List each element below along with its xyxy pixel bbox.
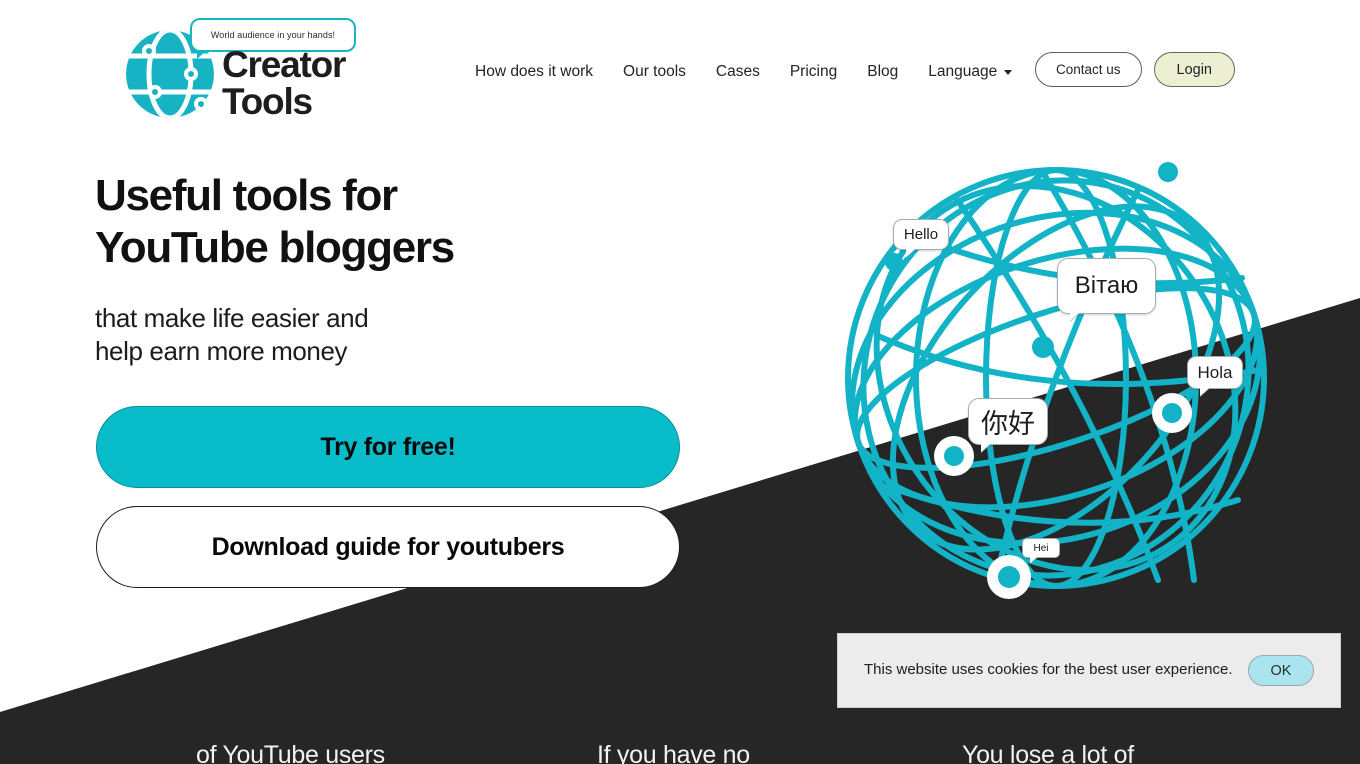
page-title: Useful tools for YouTube bloggers [95,170,455,274]
nav-item-blog[interactable]: Blog [852,57,913,87]
logo-word-line2: Tools [222,81,313,122]
try-for-free-button[interactable]: Try for free! [96,406,680,488]
chevron-down-icon [1004,69,1013,75]
cookie-banner: This website uses cookies for the best u… [837,633,1341,708]
nav-item-language-label: Language [928,63,998,80]
download-guide-button[interactable]: Download guide for youtubers [96,506,680,588]
speech-bubble-nihao: 你好 [968,398,1048,445]
login-button[interactable]: Login [1153,52,1235,87]
hero-subtitle-line1: that make life easier and [95,302,369,333]
speech-bubble-hei: Hei [1022,538,1060,558]
cookie-accept-button[interactable]: OK [1248,655,1314,686]
cookie-message: This website uses cookies for the best u… [864,661,1233,679]
hero-subtitle: that make life easier and help earn more… [95,302,454,369]
logo-word-line1: Creator [222,44,346,85]
speech-bubble-hello: Hello [893,219,949,250]
nav-item-how-does-it-work[interactable]: How does it work [460,57,608,87]
logo[interactable]: World audience in your hands! Creator To… [122,18,372,123]
benefit-column-3: You lose a lot of [962,741,1134,764]
logo-tagline: World audience in your hands! [210,30,336,40]
header-actions: Contact us Login [1034,52,1235,87]
contact-us-button[interactable]: Contact us [1034,52,1142,87]
benefit-column-1: of YouTube users [196,741,385,764]
speech-bubble-hola: Hola [1187,356,1243,389]
hero-subtitle-line2: help earn more money [95,336,348,367]
hero-text: Useful tools for YouTube bloggers that m… [95,170,455,369]
hero-cta-group: Try for free! Download guide for youtube… [96,406,680,588]
benefit-column-2: If you have no [597,741,750,764]
nav-item-pricing[interactable]: Pricing [775,57,852,87]
nav-item-language[interactable]: Language [913,57,1027,87]
nav-item-cases[interactable]: Cases [701,57,775,87]
page-title-line1: Useful tools for [95,171,398,220]
main-navigation: How does it work Our tools Cases Pricing… [460,57,1027,87]
page-root: World audience in your hands! Creator To… [0,0,1360,764]
page-title-line2: YouTube bloggers [95,222,455,272]
logo-wordmark: Creator Tools [222,44,346,122]
nav-item-our-tools[interactable]: Our tools [608,57,701,87]
speech-bubble-vitayu: Вітаю [1057,258,1156,314]
site-header: World audience in your hands! Creator To… [0,0,1360,140]
